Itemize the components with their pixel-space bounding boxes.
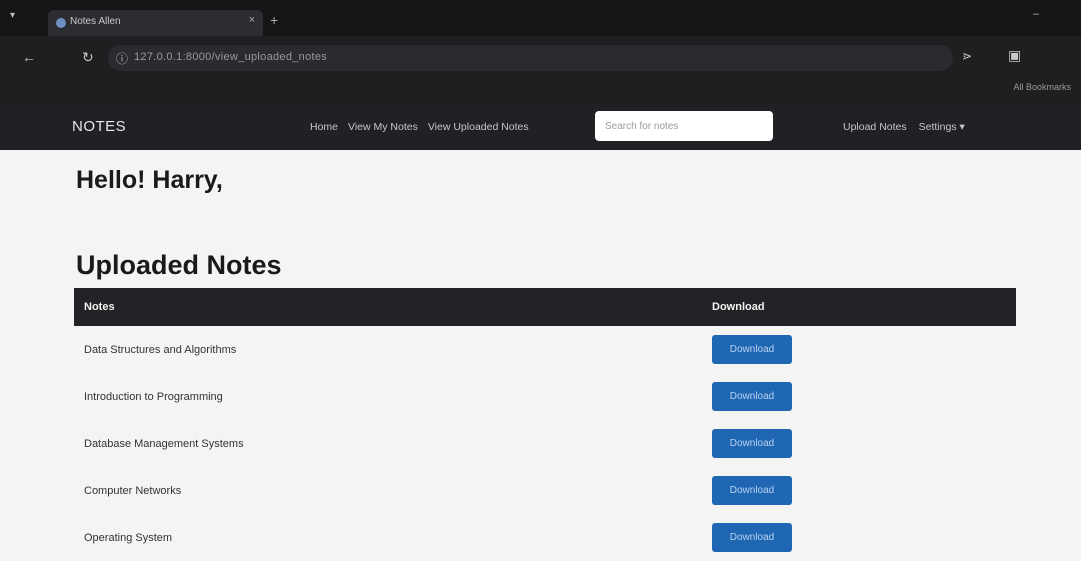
tab-title: Notes Allen — [70, 16, 121, 27]
table-header-row: Notes Download — [74, 288, 1016, 326]
all-bookmarks-link[interactable]: All Bookmarks — [1013, 82, 1071, 92]
browser-tab[interactable]: Notes Allen × — [48, 10, 263, 36]
browser-toolbar: ← ↻ ⓘ 127.0.0.1:8000/view_uploaded_notes… — [0, 36, 1081, 82]
column-header-notes: Notes — [84, 301, 115, 313]
download-cell: Download — [712, 514, 1016, 561]
info-icon[interactable]: ⓘ — [116, 50, 128, 67]
nav-right-links: Upload Notes Settings ▾ — [843, 121, 965, 133]
new-tab-button[interactable]: + — [270, 12, 278, 28]
address-bar[interactable]: ⓘ 127.0.0.1:8000/view_uploaded_notes — [108, 45, 953, 71]
nav-link-home[interactable]: Home — [310, 121, 338, 133]
nav-link-view-uploaded-notes[interactable]: View Uploaded Notes — [428, 121, 529, 133]
column-header-download: Download — [712, 301, 765, 313]
minimize-icon[interactable]: – — [1033, 8, 1039, 20]
extensions-icon[interactable]: ⋗ — [962, 49, 972, 63]
note-title: Computer Networks — [84, 484, 182, 497]
table-row: Computer Networks Download — [74, 467, 1016, 514]
download-cell: Download — [712, 373, 1016, 420]
note-title: Database Management Systems — [84, 437, 244, 450]
table-row: Database Management Systems Download — [74, 420, 1016, 467]
table-row: Operating System Download — [74, 514, 1016, 561]
brand-logo[interactable]: NOTES — [72, 118, 126, 135]
table-row: Data Structures and Algorithms Download — [74, 326, 1016, 373]
url-text[interactable]: 127.0.0.1:8000/view_uploaded_notes — [134, 51, 327, 63]
search-input[interactable] — [595, 111, 773, 141]
download-button[interactable]: Download — [712, 523, 792, 552]
nav-link-upload-notes[interactable]: Upload Notes — [843, 121, 907, 133]
sidebar-icon[interactable]: ▣ — [1008, 47, 1021, 64]
reload-icon[interactable]: ↻ — [82, 49, 94, 66]
download-cell: Download — [712, 326, 1016, 373]
download-cell: Download — [712, 420, 1016, 467]
site-navbar: NOTES Home View My Notes View Uploaded N… — [0, 104, 1081, 150]
nav-link-view-my-notes[interactable]: View My Notes — [348, 121, 418, 133]
table-row: Introduction to Programming Download — [74, 373, 1016, 420]
back-arrow-icon[interactable]: ← — [22, 49, 36, 65]
tab-favicon-icon — [56, 18, 66, 28]
nav-links: Home View My Notes View Uploaded Notes — [310, 121, 529, 133]
download-button[interactable]: Download — [712, 476, 792, 505]
note-title: Operating System — [84, 531, 173, 544]
download-cell: Download — [712, 467, 1016, 514]
close-icon[interactable]: × — [249, 14, 255, 26]
download-button[interactable]: Download — [712, 382, 792, 411]
section-title: Uploaded Notes — [76, 250, 282, 280]
settings-dropdown[interactable]: Settings ▾ — [919, 121, 965, 133]
notes-table: Notes Download Data Structures and Algor… — [74, 288, 1016, 561]
greeting-heading: Hello! Harry, — [76, 166, 223, 194]
note-title: Data Structures and Algorithms — [84, 343, 237, 356]
note-title: Introduction to Programming — [84, 390, 223, 403]
download-button[interactable]: Download — [712, 335, 792, 364]
tab-strip: ▾ Notes Allen × + – — [0, 0, 1081, 36]
download-button[interactable]: Download — [712, 429, 792, 458]
menu-icon[interactable]: ▾ — [10, 10, 15, 21]
